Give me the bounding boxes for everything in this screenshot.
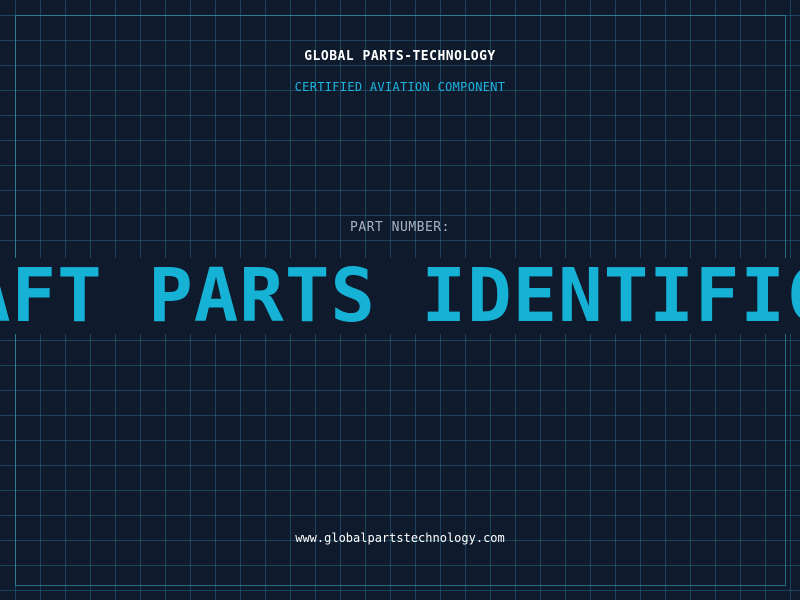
company-name: GLOBAL PARTS-TECHNOLOGY — [304, 49, 496, 64]
tagline: CERTIFIED AVIATION COMPONENT — [294, 80, 506, 94]
label-canvas: GLOBAL PARTS-TECHNOLOGY CERTIFIED AVIATI… — [0, 0, 800, 600]
website-url: www.globalpartstechnology.com — [295, 531, 505, 545]
part-number-label: PART NUMBER: — [350, 220, 450, 235]
part-number-value: AFT PARTS IDENTIFIC — [0, 258, 800, 334]
part-number-band: AFT PARTS IDENTIFIC — [0, 258, 800, 334]
